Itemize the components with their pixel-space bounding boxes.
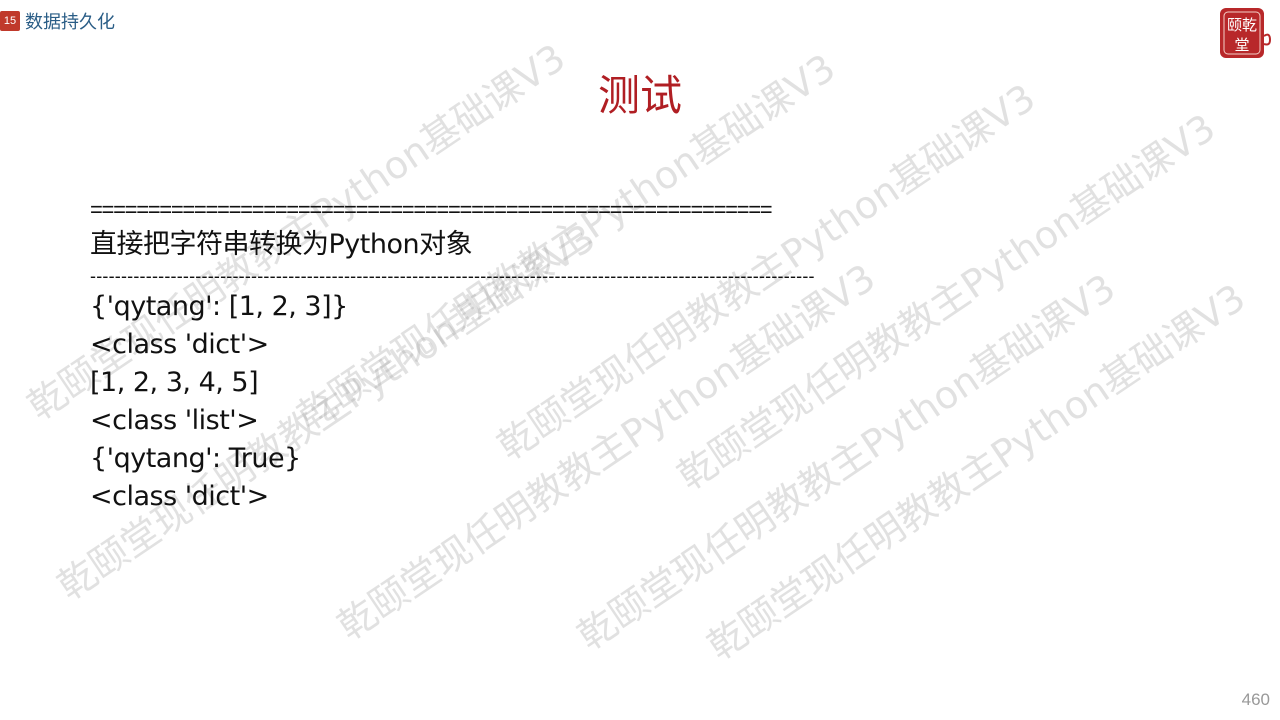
output-line: [1, 2, 3, 4, 5] — [90, 367, 259, 398]
output-line: {'qytang': True} — [90, 443, 301, 474]
seal-logo-icon: 颐乾 堂 — [1218, 6, 1272, 60]
separator-dashes: ----------------------------------------… — [90, 266, 815, 286]
output-line: <class 'dict'> — [90, 481, 269, 512]
output-line: <class 'list'> — [90, 405, 259, 436]
console-output: ========================================… — [90, 196, 1200, 516]
svg-text:颐乾: 颐乾 — [1227, 16, 1257, 34]
output-line: {'qytang': [1, 2, 3]} — [90, 291, 348, 322]
page-number: 460 — [1241, 690, 1270, 709]
section-title: 数据持久化 — [25, 12, 115, 33]
output-line: <class 'dict'> — [90, 329, 269, 360]
svg-text:堂: 堂 — [1234, 36, 1249, 54]
section-number-badge: 15 — [0, 11, 20, 31]
slide-title: 测试 — [597, 71, 682, 120]
output-heading: 直接把字符串转换为Python对象 — [90, 229, 473, 260]
separator-equals: ========================================… — [90, 197, 773, 222]
section-header: 15 数据持久化 — [0, 10, 115, 33]
